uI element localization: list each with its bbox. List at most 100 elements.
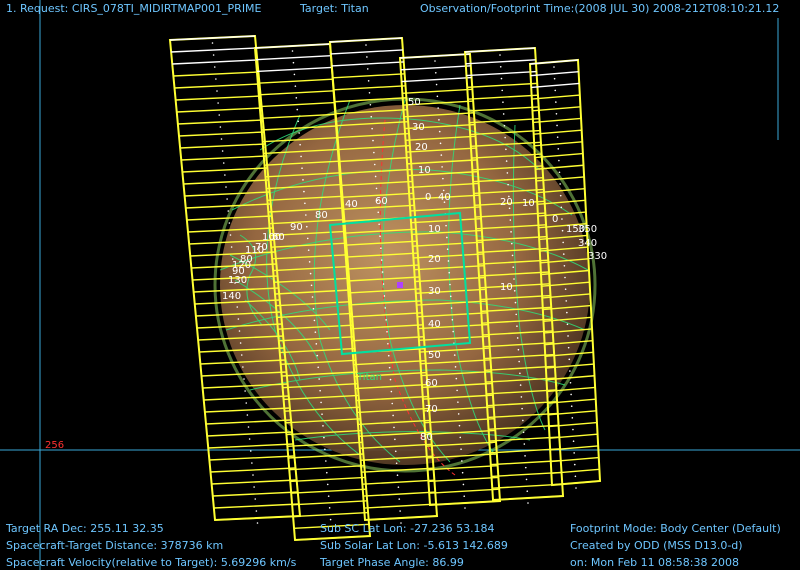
footprint-center-dot bbox=[392, 414, 394, 417]
footprint-center-dot bbox=[220, 138, 223, 140]
footprint-center-dot bbox=[555, 101, 557, 103]
footprint-center-dot bbox=[300, 155, 302, 158]
footprint-row bbox=[364, 503, 437, 509]
footprint-center-dot bbox=[380, 259, 383, 261]
footprint-center-dot bbox=[308, 261, 311, 263]
footprint-center-dot bbox=[303, 190, 305, 193]
footprint-center-dot bbox=[322, 425, 324, 427]
footprint-center-dot bbox=[238, 330, 241, 332]
footprint-center-dot bbox=[519, 372, 521, 375]
footprint-row bbox=[429, 488, 500, 494]
footprint-center-dot bbox=[515, 313, 518, 316]
footprint-center-dot bbox=[524, 455, 526, 457]
footprint-center-dot bbox=[230, 246, 233, 248]
footprint-center-dot bbox=[366, 68, 369, 70]
footprint-center-dot bbox=[373, 163, 376, 166]
lat-label: 60 bbox=[375, 196, 388, 207]
footprint-center-dot bbox=[574, 475, 577, 478]
footprint-center-dot bbox=[558, 159, 560, 162]
footprint-center-dot bbox=[382, 283, 385, 285]
footprint-row bbox=[207, 431, 293, 437]
footprint-center-dot bbox=[570, 405, 573, 407]
footprint-center-dot bbox=[326, 483, 329, 486]
footprint-center-dot bbox=[369, 103, 372, 106]
footprint-center-dot bbox=[216, 90, 218, 92]
footprint-center-dot bbox=[229, 234, 232, 236]
footprint-center-dot bbox=[566, 323, 569, 326]
footprint-center-dot bbox=[367, 80, 370, 82]
footprint-center-dot bbox=[505, 160, 508, 162]
footprint-center-dot bbox=[387, 342, 389, 345]
lat-label: 30 bbox=[412, 122, 425, 133]
footprint-center-dot bbox=[221, 150, 224, 152]
footprint-row bbox=[530, 70, 579, 77]
footprint-row bbox=[293, 511, 369, 518]
lon-label: 340 bbox=[578, 238, 597, 249]
footprint-center-dot bbox=[499, 54, 501, 56]
footprint-center-dot bbox=[440, 154, 443, 156]
lat-label: 50 bbox=[428, 350, 441, 361]
lon-label: 130 bbox=[228, 275, 247, 286]
footprint-center-dot bbox=[447, 260, 450, 262]
footprint-center-dot bbox=[293, 73, 296, 76]
footprint-row bbox=[214, 515, 301, 521]
footprint-center-dot bbox=[434, 60, 436, 62]
footprint-center-dot bbox=[511, 254, 514, 257]
footprint-center-dot bbox=[527, 502, 529, 504]
footprint-canvas: 80 60 40 40 30 20 10 10 20 30 40 50 60 7… bbox=[0, 0, 800, 570]
footprint-center-dot bbox=[567, 335, 569, 337]
footprint-center-dot bbox=[553, 77, 556, 80]
footprint-row bbox=[549, 433, 598, 439]
footprint-center-dot bbox=[561, 229, 564, 232]
footprint-center-dot bbox=[457, 413, 460, 415]
footprint-center-dot bbox=[254, 498, 257, 500]
footprint-center-dot bbox=[556, 124, 558, 127]
footprint-center-dot bbox=[521, 407, 523, 410]
footprint-center-dot bbox=[243, 378, 245, 380]
footprint-row bbox=[551, 468, 600, 475]
sub-sc-lat-lon: Sub SC Lat Lon: -27.236 53.184 bbox=[320, 522, 495, 535]
footprint-center-dot bbox=[502, 113, 505, 115]
footprint-row bbox=[181, 155, 267, 161]
footprint-center-dot bbox=[291, 50, 294, 52]
footprint-center-dot bbox=[512, 266, 515, 269]
observation-time: Observation/Footprint Time:(2008 JUL 30)… bbox=[420, 2, 780, 15]
footprint-center-dot bbox=[298, 132, 300, 134]
lon-label: 50 bbox=[408, 97, 421, 108]
footprint-center-dot bbox=[567, 346, 570, 349]
footprint-center-dot bbox=[449, 295, 452, 298]
footprint-center-dot bbox=[301, 167, 303, 169]
footprint-center-dot bbox=[247, 426, 250, 428]
footprint-center-dot bbox=[464, 507, 466, 509]
footprint-center-dot bbox=[461, 471, 464, 474]
footprint-row bbox=[399, 53, 471, 59]
footprint-center-dot bbox=[526, 490, 529, 493]
footprint-center-dot bbox=[396, 474, 399, 477]
footprint-center-dot bbox=[460, 448, 462, 450]
footprint-center-dot bbox=[297, 120, 300, 123]
footprint-row bbox=[329, 37, 403, 43]
footprint-center-dot bbox=[319, 389, 321, 392]
footprint-center-dot bbox=[452, 330, 454, 333]
footprint-center-dot bbox=[571, 417, 574, 419]
footprint-row bbox=[180, 143, 266, 149]
footprint-row bbox=[259, 101, 335, 108]
footprint-row bbox=[256, 66, 332, 73]
footprint-center-dot bbox=[553, 66, 555, 68]
footprint-row bbox=[400, 65, 471, 71]
lat-label: 60 bbox=[425, 378, 438, 389]
footprint-center-dot bbox=[437, 107, 439, 109]
footprint-center-dot bbox=[568, 358, 571, 361]
footprint-center-dot bbox=[456, 389, 458, 392]
footprint-center-dot bbox=[311, 296, 314, 298]
lon-label: 10 bbox=[522, 198, 535, 209]
footprint-center-dot bbox=[572, 428, 574, 431]
footprint-center-dot bbox=[226, 198, 228, 200]
footprint-center-dot bbox=[560, 206, 563, 209]
footprint-center-dot bbox=[251, 462, 253, 464]
created-by: Created by ODD (MSS D13.0-d) bbox=[570, 539, 743, 552]
footprint-center-dot bbox=[451, 318, 454, 321]
footprint-center-dot bbox=[504, 136, 506, 139]
footprint-center-dot bbox=[245, 402, 248, 404]
footprint-center-dot bbox=[324, 448, 326, 451]
